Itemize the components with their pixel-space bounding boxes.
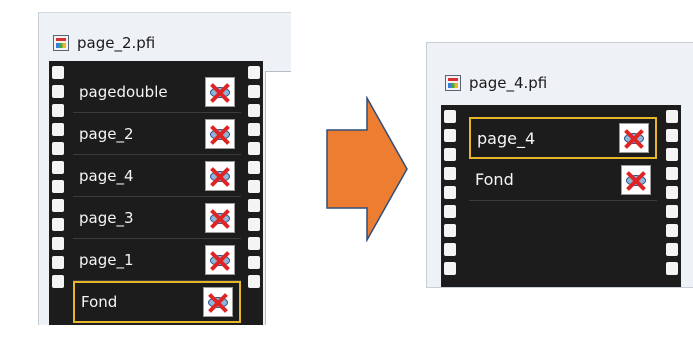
layer-filmstrip: pagedouble page_2 page_4 page_3 page_1 F…: [49, 61, 263, 325]
film-sprockets-right: [665, 105, 679, 287]
film-sprocket-hole: [666, 129, 678, 142]
film-sprocket-hole: [52, 275, 64, 288]
film-sprocket-hole: [52, 142, 64, 155]
layer-row-selected[interactable]: page_4: [469, 117, 657, 159]
window-title: page_2.pfi: [77, 34, 156, 52]
film-sprockets-right: [247, 61, 261, 325]
layer-list: page_4 Fond: [469, 117, 657, 201]
film-sprocket-hole: [52, 256, 64, 269]
eye-hidden-icon[interactable]: [205, 76, 235, 107]
film-sprocket-hole: [248, 66, 260, 79]
film-sprocket-hole: [248, 85, 260, 98]
film-sprocket-hole: [52, 104, 64, 117]
film-sprockets-left: [443, 105, 457, 287]
eye-hidden-icon[interactable]: [205, 244, 235, 275]
film-sprocket-hole: [444, 186, 456, 199]
film-sprocket-hole: [666, 186, 678, 199]
film-sprocket-hole: [444, 167, 456, 180]
eye-hidden-icon[interactable]: [205, 202, 235, 233]
layer-row-selected[interactable]: Fond: [73, 281, 241, 323]
film-sprocket-hole: [444, 224, 456, 237]
left-window: page_2.pfi pagedouble page_2 page_4 page…: [38, 12, 291, 325]
film-sprockets-left: [51, 61, 65, 325]
film-sprocket-hole: [444, 205, 456, 218]
layer-row[interactable]: page_3: [73, 197, 241, 239]
film-sprocket-hole: [248, 275, 260, 288]
film-sprocket-hole: [444, 110, 456, 123]
layer-row[interactable]: page_1: [73, 239, 241, 281]
film-sprocket-hole: [52, 161, 64, 174]
film-sprocket-hole: [666, 262, 678, 275]
layer-row[interactable]: pagedouble: [73, 71, 241, 113]
eye-hidden-icon[interactable]: [619, 123, 649, 153]
layer-list: pagedouble page_2 page_4 page_3 page_1 F…: [73, 71, 241, 323]
film-sprocket-hole: [52, 199, 64, 212]
film-sprocket-hole: [666, 224, 678, 237]
film-sprocket-hole: [248, 218, 260, 231]
layer-row[interactable]: page_2: [73, 113, 241, 155]
film-sprocket-hole: [666, 205, 678, 218]
layer-name: pagedouble: [79, 82, 168, 101]
arrow-right-icon: [326, 96, 408, 242]
preview-area: [265, 71, 291, 325]
window-title: page_4.pfi: [469, 74, 548, 92]
layer-filmstrip: page_4 Fond: [441, 105, 681, 287]
film-sprocket-hole: [444, 262, 456, 275]
film-sprocket-hole: [248, 104, 260, 117]
film-sprocket-hole: [248, 199, 260, 212]
layer-row[interactable]: page_4: [73, 155, 241, 197]
film-sprocket-hole: [248, 123, 260, 136]
film-sprocket-hole: [666, 167, 678, 180]
film-sprocket-hole: [248, 180, 260, 193]
film-sprocket-hole: [248, 142, 260, 155]
film-sprocket-hole: [444, 243, 456, 256]
right-window: page_4.pfi page_4 Fond: [426, 42, 693, 288]
film-sprocket-hole: [52, 180, 64, 193]
film-sprocket-hole: [444, 129, 456, 142]
film-sprocket-hole: [52, 123, 64, 136]
eye-hidden-icon[interactable]: [205, 118, 235, 149]
layer-row[interactable]: Fond: [469, 159, 657, 201]
window-titlebar: page_2.pfi: [53, 29, 155, 57]
layer-name: page_1: [79, 250, 134, 269]
film-sprocket-hole: [248, 161, 260, 174]
film-sprocket-hole: [52, 218, 64, 231]
window-titlebar: page_4.pfi: [445, 69, 547, 97]
layer-name: page_4: [477, 128, 536, 148]
eye-hidden-icon[interactable]: [621, 164, 651, 195]
eye-hidden-icon[interactable]: [205, 160, 235, 191]
film-sprocket-hole: [666, 110, 678, 123]
film-sprocket-hole: [52, 85, 64, 98]
layer-name: Fond: [81, 293, 118, 311]
film-sprocket-hole: [666, 243, 678, 256]
film-sprocket-hole: [248, 237, 260, 250]
film-sprocket-hole: [444, 148, 456, 161]
film-sprocket-hole: [248, 256, 260, 269]
film-sprocket-hole: [52, 237, 64, 250]
layer-name: page_4: [79, 166, 134, 185]
layer-name: page_3: [79, 208, 134, 227]
film-sprocket-hole: [52, 66, 64, 79]
layer-name: Fond: [475, 170, 514, 189]
document-icon: [445, 75, 461, 91]
film-sprocket-hole: [666, 148, 678, 161]
eye-hidden-icon[interactable]: [203, 287, 233, 317]
document-icon: [53, 35, 69, 51]
layer-name: page_2: [79, 124, 134, 143]
